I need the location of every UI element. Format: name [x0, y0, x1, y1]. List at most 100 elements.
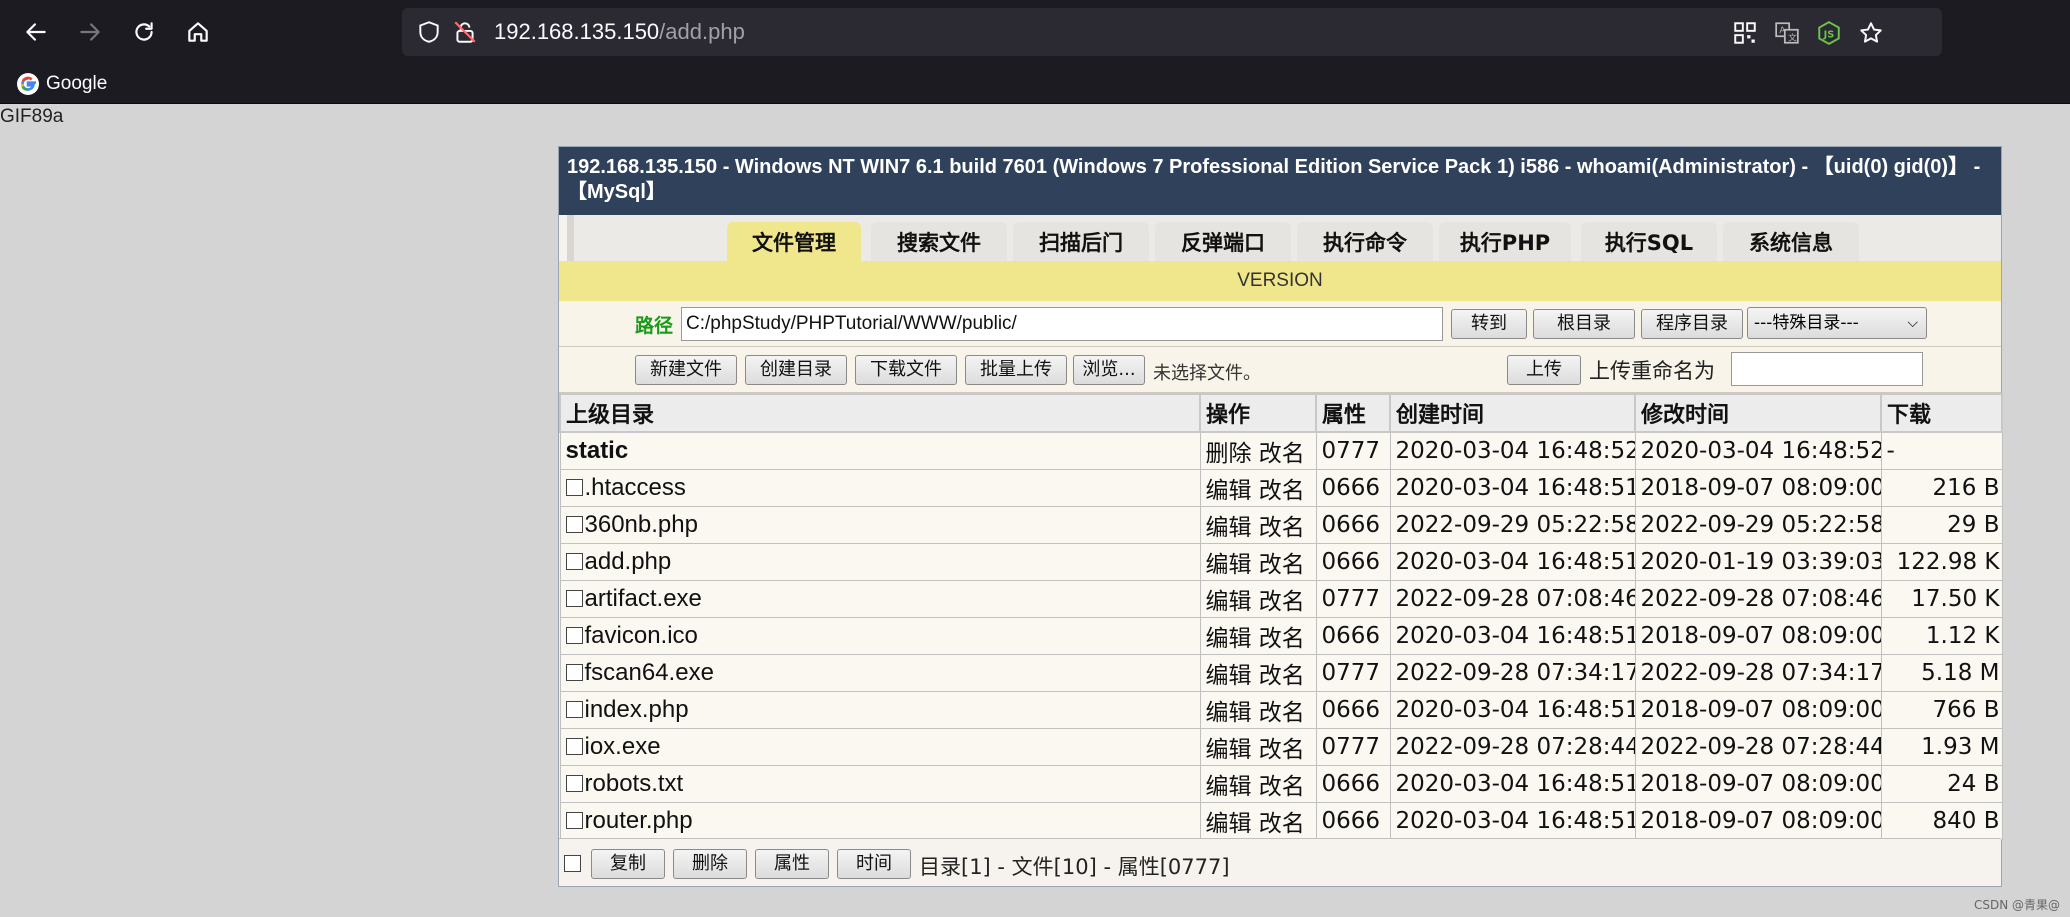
rename-input[interactable]: [1731, 352, 1923, 386]
upload-button[interactable]: 上传: [1507, 355, 1581, 385]
file-modified[interactable]: 2022-09-29 05:22:58: [1634, 505, 1882, 544]
file-created[interactable]: 2020-03-04 16:48:51: [1389, 468, 1636, 507]
url-text[interactable]: 192.168.135.150/add.php: [494, 18, 745, 46]
create-dir-button[interactable]: 创建目录: [745, 355, 847, 385]
dir-name[interactable]: static: [559, 431, 1201, 470]
attr-button[interactable]: 属性: [755, 849, 829, 879]
file-ops[interactable]: 编辑 改名: [1199, 653, 1317, 692]
file-name-cell[interactable]: robots.txt: [559, 764, 1201, 803]
file-created[interactable]: 2020-03-04 16:48:51: [1389, 690, 1636, 729]
file-attr[interactable]: 0666: [1315, 764, 1391, 803]
file-name[interactable]: add.php: [585, 548, 672, 575]
file-checkbox[interactable]: [565, 552, 583, 570]
file-name-cell[interactable]: artifact.exe: [559, 579, 1201, 618]
file-created[interactable]: 2020-03-04 16:48:51: [1389, 616, 1636, 655]
file-attr[interactable]: 0666: [1315, 616, 1391, 655]
file-attr[interactable]: 0666: [1315, 505, 1391, 544]
dir-attr[interactable]: 0777: [1315, 431, 1391, 470]
select-all-checkbox[interactable]: [564, 855, 581, 872]
tab-search-files[interactable]: 搜索文件: [871, 222, 1007, 261]
file-name[interactable]: artifact.exe: [585, 585, 702, 612]
copy-button[interactable]: 复制: [591, 849, 665, 879]
header-parent-dir[interactable]: 上级目录: [559, 393, 1201, 433]
file-attr[interactable]: 0666: [1315, 542, 1391, 581]
browse-button[interactable]: 浏览...: [1073, 355, 1145, 385]
file-created[interactable]: 2020-03-04 16:48:51: [1389, 542, 1636, 581]
goto-button[interactable]: 转到: [1451, 309, 1527, 339]
file-name[interactable]: 360nb.php: [585, 511, 698, 538]
dir-modified[interactable]: 2020-03-04 16:48:52: [1634, 431, 1882, 470]
insecure-lock-icon[interactable]: [452, 19, 478, 45]
reload-icon[interactable]: [124, 12, 164, 52]
file-name[interactable]: favicon.ico: [585, 622, 698, 649]
file-name[interactable]: robots.txt: [585, 770, 684, 797]
file-name[interactable]: index.php: [585, 696, 689, 723]
file-checkbox[interactable]: [565, 515, 583, 533]
file-name[interactable]: router.php: [585, 807, 693, 834]
file-ops[interactable]: 编辑 改名: [1199, 579, 1317, 618]
file-created[interactable]: 2022-09-28 07:08:46: [1389, 579, 1636, 618]
file-ops[interactable]: 编辑 改名: [1199, 801, 1317, 840]
file-ops[interactable]: 编辑 改名: [1199, 616, 1317, 655]
file-ops[interactable]: 编辑 改名: [1199, 505, 1317, 544]
tab-exec-sql[interactable]: 执行SQL: [1581, 222, 1717, 261]
file-attr[interactable]: 0666: [1315, 801, 1391, 840]
dir-ops[interactable]: 删除 改名: [1199, 431, 1317, 470]
file-attr[interactable]: 0666: [1315, 690, 1391, 729]
tab-exec-command[interactable]: 执行命令: [1297, 222, 1433, 261]
tab-exec-php[interactable]: 执行PHP: [1439, 222, 1571, 261]
file-attr[interactable]: 0666: [1315, 468, 1391, 507]
program-dir-button[interactable]: 程序目录: [1641, 309, 1743, 339]
download-file-button[interactable]: 下载文件: [855, 355, 957, 385]
file-name-cell[interactable]: add.php: [559, 542, 1201, 581]
file-created[interactable]: 2020-03-04 16:48:51: [1389, 801, 1636, 840]
url-bar[interactable]: 192.168.135.150/add.php A文 JS: [402, 8, 1942, 56]
tab-reverse-port[interactable]: 反弹端口: [1155, 222, 1291, 261]
file-checkbox[interactable]: [565, 811, 583, 829]
delete-button[interactable]: 删除: [673, 849, 747, 879]
file-checkbox[interactable]: [565, 478, 583, 496]
file-name-cell[interactable]: 360nb.php: [559, 505, 1201, 544]
tab-file-manager[interactable]: 文件管理: [727, 222, 861, 261]
file-modified[interactable]: 2018-09-07 08:09:00: [1634, 468, 1882, 507]
file-checkbox[interactable]: [565, 774, 583, 792]
time-button[interactable]: 时间: [837, 849, 911, 879]
file-name-cell[interactable]: iox.exe: [559, 727, 1201, 766]
root-dir-button[interactable]: 根目录: [1533, 309, 1635, 339]
file-attr[interactable]: 0777: [1315, 653, 1391, 692]
file-attr[interactable]: 0777: [1315, 579, 1391, 618]
file-name-cell[interactable]: .htaccess: [559, 468, 1201, 507]
file-name-cell[interactable]: favicon.ico: [559, 616, 1201, 655]
bookmark-star-icon[interactable]: [1858, 20, 1884, 46]
file-created[interactable]: 2020-03-04 16:48:51: [1389, 764, 1636, 803]
file-created[interactable]: 2022-09-28 07:28:44: [1389, 727, 1636, 766]
back-icon[interactable]: [16, 12, 56, 52]
file-checkbox[interactable]: [565, 700, 583, 718]
file-name[interactable]: .htaccess: [585, 474, 686, 501]
file-checkbox[interactable]: [565, 589, 583, 607]
file-modified[interactable]: 2022-09-28 07:28:44: [1634, 727, 1882, 766]
translate-icon[interactable]: A文: [1774, 20, 1800, 46]
bookmark-google[interactable]: Google: [16, 70, 107, 98]
qr-code-icon[interactable]: [1732, 20, 1758, 46]
file-checkbox[interactable]: [565, 663, 583, 681]
file-ops[interactable]: 编辑 改名: [1199, 727, 1317, 766]
file-created[interactable]: 2022-09-28 07:34:17: [1389, 653, 1636, 692]
path-input[interactable]: C:/phpStudy/PHPTutorial/WWW/public/: [681, 307, 1443, 341]
tab-system-info[interactable]: 系统信息: [1723, 222, 1859, 261]
file-checkbox[interactable]: [565, 626, 583, 644]
file-modified[interactable]: 2018-09-07 08:09:00: [1634, 801, 1882, 840]
file-ops[interactable]: 编辑 改名: [1199, 468, 1317, 507]
file-modified[interactable]: 2022-09-28 07:34:17: [1634, 653, 1882, 692]
file-attr[interactable]: 0777: [1315, 727, 1391, 766]
file-name-cell[interactable]: fscan64.exe: [559, 653, 1201, 692]
dir-created[interactable]: 2020-03-04 16:48:52: [1389, 431, 1636, 470]
file-name-cell[interactable]: index.php: [559, 690, 1201, 729]
shield-icon[interactable]: [416, 19, 442, 45]
batch-upload-button[interactable]: 批量上传: [965, 355, 1067, 385]
file-ops[interactable]: 编辑 改名: [1199, 764, 1317, 803]
nodejs-extension-icon[interactable]: JS: [1816, 20, 1842, 46]
file-ops[interactable]: 编辑 改名: [1199, 542, 1317, 581]
file-name[interactable]: iox.exe: [585, 733, 661, 760]
new-file-button[interactable]: 新建文件: [635, 355, 737, 385]
